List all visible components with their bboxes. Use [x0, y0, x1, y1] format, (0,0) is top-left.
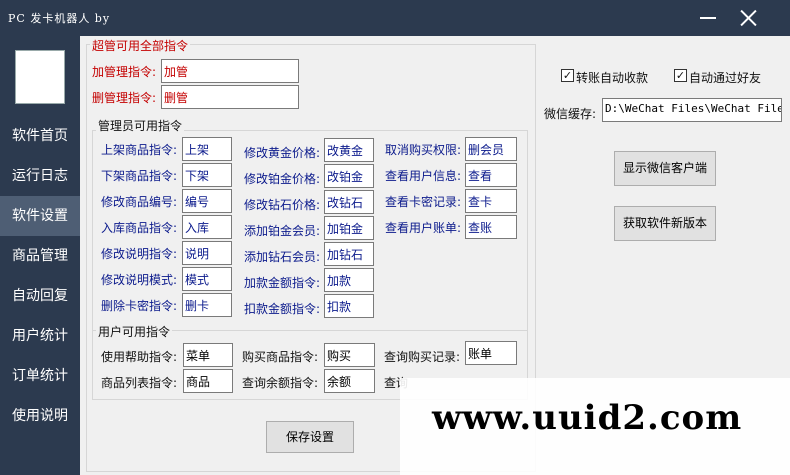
user-group-title: 用户可用指令	[96, 323, 173, 340]
sidebar-item-log[interactable]: 运行日志	[0, 156, 80, 196]
list-item-label: 删除卡密指令:	[101, 299, 178, 313]
auto-receive-checkbox[interactable]: ✓	[561, 69, 574, 82]
sidebar-item-user-stats[interactable]: 用户统计	[0, 316, 80, 356]
sidebar-item-products[interactable]: 商品管理	[0, 236, 80, 276]
list-item-label: 商品列表指令:	[101, 376, 178, 390]
window-title: PC 发卡机器人 by	[8, 12, 111, 25]
list-item-label: 修改钻石价格:	[244, 198, 321, 212]
list-item-input[interactable]: 删卡	[182, 293, 232, 317]
list-item-label: 加款金额指令:	[244, 276, 321, 290]
get-version-button[interactable]: 获取软件新版本	[614, 206, 716, 241]
list-item-label: 查看卡密记录:	[385, 195, 462, 209]
sidebar-item-home[interactable]: 软件首页	[0, 116, 80, 156]
watermark-text: www.uuid2.com	[432, 398, 743, 438]
auto-friend-checkbox[interactable]: ✓	[674, 69, 687, 82]
sidebar-item-help[interactable]: 使用说明	[0, 396, 80, 436]
list-item-input[interactable]: 商品	[183, 369, 233, 393]
list-item-input[interactable]: 下架	[182, 163, 232, 187]
title-bar: PC 发卡机器人 by	[0, 0, 790, 36]
add-admin-label: 加管理指令:	[92, 65, 157, 79]
list-item-label: 添加铂金会员:	[244, 224, 321, 238]
list-item-input[interactable]: 账单	[465, 341, 517, 365]
list-item-label: 扣款金额指令:	[244, 302, 321, 316]
minimize-icon[interactable]	[690, 4, 726, 32]
list-item-input[interactable]: 上架	[182, 137, 232, 161]
super-admin-group-title: 超管可用全部指令	[90, 37, 191, 54]
list-item-input[interactable]: 改钻石	[324, 190, 374, 214]
list-item-input[interactable]: 查看	[465, 163, 517, 187]
list-item-label: 修改黄金价格:	[244, 146, 321, 160]
list-item-input[interactable]: 改黄金	[324, 138, 374, 162]
list-item-label: 取消购买权限:	[385, 143, 462, 157]
list-item-input[interactable]: 菜单	[183, 343, 233, 367]
list-item-label: 下架商品指令:	[101, 169, 178, 183]
list-item-input[interactable]: 说明	[182, 241, 232, 265]
remove-admin-input[interactable]: 删管	[161, 85, 299, 109]
list-item-input[interactable]: 编号	[182, 189, 232, 213]
list-item-input[interactable]: 入库	[182, 215, 232, 239]
list-item-label: 修改商品编号:	[101, 195, 178, 209]
wechat-cache-input[interactable]: D:\WeChat Files\WeChat Files	[602, 98, 782, 122]
list-item-input[interactable]: 余额	[324, 369, 375, 393]
close-icon[interactable]	[730, 4, 766, 32]
list-item-label: 修改说明模式:	[101, 273, 178, 287]
list-item-input[interactable]: 购买	[324, 343, 375, 367]
sidebar: 软件首页 运行日志 软件设置 商品管理 自动回复 用户统计 订单统计 使用说明	[0, 36, 80, 475]
sidebar-item-auto-reply[interactable]: 自动回复	[0, 276, 80, 316]
list-item-label: 添加钻石会员:	[244, 250, 321, 264]
save-settings-button[interactable]: 保存设置	[266, 421, 354, 453]
list-item-label: 入库商品指令:	[101, 221, 178, 235]
list-item-label: 使用帮助指令:	[101, 350, 178, 364]
list-item-label: 修改铂金价格:	[244, 172, 321, 186]
list-item-input[interactable]: 模式	[182, 267, 232, 291]
list-item-label: 购买商品指令:	[242, 350, 319, 364]
admin-group-title: 管理员可用指令	[96, 117, 185, 134]
wechat-cache-label: 微信缓存:	[544, 107, 597, 121]
sidebar-item-order-stats[interactable]: 订单统计	[0, 356, 80, 396]
list-item-input[interactable]: 加款	[324, 268, 374, 292]
list-item-label: 查看用户账单:	[385, 221, 462, 235]
list-item-input[interactable]: 删会员	[465, 137, 517, 161]
list-item-input[interactable]: 改铂金	[324, 164, 374, 188]
list-item-input[interactable]: 查账	[465, 215, 517, 239]
avatar	[15, 50, 65, 104]
list-item-input[interactable]: 扣款	[324, 294, 374, 318]
list-item-input[interactable]: 查卡	[465, 189, 517, 213]
list-item-label: 查询余额指令:	[242, 376, 319, 390]
list-item-label: 查询购买记录:	[384, 350, 461, 364]
remove-admin-label: 删管理指令:	[92, 91, 157, 105]
add-admin-input[interactable]: 加管	[161, 59, 299, 83]
watermark: www.uuid2.com	[400, 378, 790, 475]
list-item-input[interactable]: 加铂金	[324, 216, 374, 240]
list-item-label: 修改说明指令:	[101, 247, 178, 261]
list-item-label: 查看用户信息:	[385, 169, 462, 183]
list-item-label: 上架商品指令:	[101, 143, 178, 157]
auto-receive-label: 转账自动收款	[576, 71, 649, 85]
show-wechat-button[interactable]: 显示微信客户端	[614, 151, 716, 186]
auto-friend-label: 自动通过好友	[689, 71, 762, 85]
list-item-input[interactable]: 加钻石	[324, 242, 374, 266]
sidebar-item-settings[interactable]: 软件设置	[0, 196, 80, 236]
